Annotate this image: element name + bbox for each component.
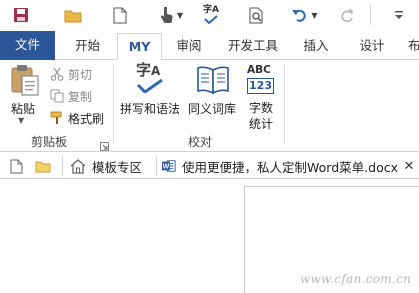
templates-tab[interactable]: 模板专区: [66, 153, 156, 179]
paste-button[interactable]: 粘贴: [7, 64, 43, 120]
close-icon: ✕: [403, 158, 415, 174]
tab-divider: [62, 157, 63, 175]
spelling-check-icon: [136, 79, 163, 93]
ribbon-tab-bar: 文件 开始 MY 审阅 开发工具 插入 设计 布: [0, 31, 419, 61]
chevron-down-icon: ▼: [311, 10, 318, 20]
clipboard-icon: [11, 65, 39, 96]
dialog-launcher-icon: [100, 142, 109, 151]
paste-dropdown-arrow[interactable]: ▼: [18, 116, 24, 125]
format-painter-label: 格式刷: [68, 112, 105, 126]
document-tab-label: 使用更便捷，私人定制Word菜单.docx: [182, 159, 398, 175]
print-preview-icon: [249, 7, 262, 23]
group-divider: [284, 64, 285, 144]
copy-label: 复制: [68, 90, 93, 104]
ribbon-panel: 粘贴 ▼ 剪切 复制 格式刷 剪贴板 字A 拼写和语法 同义词库 ABC 123…: [0, 60, 419, 152]
paintbrush-icon: [50, 111, 62, 124]
proofing-group-label: 校对: [188, 135, 213, 149]
tab-review[interactable]: 审阅: [169, 33, 209, 60]
document-tab-bar: 模板专区 W 使用更便捷，私人定制Word菜单.docx ✕: [0, 153, 419, 179]
new-document-icon: [10, 159, 22, 173]
thesaurus-button[interactable]: 同义词库: [188, 62, 240, 120]
format-painter-button[interactable]: 格式刷: [50, 109, 110, 127]
chevron-down-icon: ▼: [176, 10, 184, 20]
open-button[interactable]: [62, 3, 84, 27]
group-divider: [113, 64, 114, 144]
tab-developer[interactable]: 开发工具: [223, 33, 283, 60]
templates-tab-label: 模板专区: [92, 159, 143, 175]
book-icon: [197, 66, 229, 95]
spelling-icon-char: 字: [136, 61, 152, 79]
spelling-icon-text: 字A: [136, 62, 160, 80]
cut-button[interactable]: 剪切: [50, 65, 110, 83]
word-count-button[interactable]: ABC 123 字数 统计: [244, 62, 278, 132]
word-document-icon: W: [162, 160, 176, 172]
tab-insert[interactable]: 插入: [296, 33, 336, 60]
copy-button[interactable]: 复制: [50, 87, 110, 105]
spelling-quick-letter: A: [212, 5, 219, 15]
touch-mode-button[interactable]: ▼: [155, 3, 187, 27]
number-icon-text: 123: [249, 79, 272, 92]
abc-icon-text: ABC: [247, 64, 271, 76]
home-icon: [70, 158, 86, 174]
quick-access-toolbar: ▼ 字A ▼: [0, 0, 419, 31]
close-tab-button[interactable]: ✕: [399, 153, 419, 179]
tab-divider: [156, 157, 157, 175]
open-doc-tab-button[interactable]: [32, 153, 54, 179]
clipboard-group-label: 剪贴板: [31, 135, 68, 149]
customize-qat-button[interactable]: [388, 3, 410, 27]
paste-label: 粘贴: [11, 102, 36, 116]
tab-layout[interactable]: 布: [408, 33, 419, 60]
tab-file[interactable]: 文件: [0, 31, 55, 60]
watermark-text: www.cfan.com.cn: [300, 272, 412, 286]
new-doc-tab-button[interactable]: [6, 153, 26, 179]
checkmark-icon: [204, 15, 218, 24]
cut-label: 剪切: [68, 68, 93, 82]
redo-button[interactable]: [337, 3, 357, 27]
spelling-quick-char: 字: [203, 5, 213, 15]
save-icon: [14, 8, 28, 22]
qat-divider: [370, 4, 371, 25]
spelling-grammar-button[interactable]: 字A 拼写和语法: [120, 62, 184, 120]
thesaurus-label: 同义词库: [188, 102, 237, 116]
customize-chevron-icon: [395, 11, 403, 19]
scissors-icon: [50, 67, 64, 81]
save-button[interactable]: [10, 3, 32, 27]
spelling-icon-letter: A: [151, 64, 161, 78]
folder-icon: [35, 161, 51, 172]
touch-hand-icon: [160, 6, 173, 23]
svg-text:W: W: [163, 164, 170, 171]
tab-design[interactable]: 设计: [352, 33, 392, 60]
spelling-quick-button[interactable]: 字A: [199, 3, 223, 27]
undo-button[interactable]: ▼: [289, 3, 321, 27]
word-count-label-line1: 字数: [249, 101, 274, 115]
tab-home[interactable]: 开始: [65, 33, 110, 60]
word-count-label-line2: 统计: [249, 117, 274, 131]
new-document-button[interactable]: [110, 3, 130, 27]
copy-icon: [50, 89, 64, 103]
spelling-grammar-label: 拼写和语法: [120, 102, 181, 116]
redo-icon: [341, 9, 353, 22]
print-preview-button[interactable]: [245, 3, 267, 27]
tab-my[interactable]: MY: [117, 33, 162, 61]
folder-icon: [64, 10, 82, 22]
new-document-icon: [113, 7, 127, 23]
clipboard-launcher-button[interactable]: [100, 136, 109, 151]
document-tab[interactable]: W 使用更便捷，私人定制Word菜单.docx: [158, 153, 398, 179]
undo-icon: [292, 9, 307, 22]
